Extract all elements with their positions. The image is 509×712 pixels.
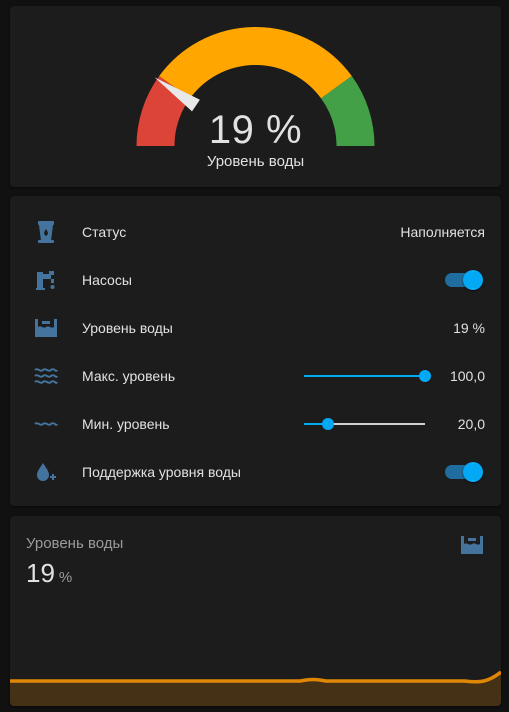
pumps-toggle[interactable] bbox=[445, 270, 483, 290]
history-graph bbox=[10, 670, 501, 706]
entity-row-pumps[interactable]: Насосы bbox=[10, 256, 501, 304]
min-level-slider[interactable] bbox=[304, 414, 425, 434]
gauge-value: 19 % bbox=[208, 108, 303, 152]
history-graph-area bbox=[10, 672, 501, 706]
sensor-card[interactable]: Уровень воды 19% bbox=[10, 516, 501, 706]
gauge-segment-yellow bbox=[159, 27, 352, 99]
keep-level-toggle[interactable] bbox=[445, 462, 483, 482]
waves-icon bbox=[34, 364, 58, 388]
entities-card: Статус Наполняется Насосы Уровень воды 1… bbox=[10, 196, 501, 506]
slider-knob[interactable] bbox=[419, 370, 431, 382]
entity-row-keep-level[interactable]: Поддержка уровня воды bbox=[10, 448, 501, 496]
water-level-icon bbox=[34, 316, 58, 340]
water-plus-icon bbox=[34, 460, 58, 484]
status-value: Наполняется bbox=[400, 224, 485, 240]
min-level-value: 20,0 bbox=[457, 416, 485, 432]
water-pump-icon bbox=[34, 268, 58, 292]
entity-row-water-level[interactable]: Уровень воды 19 % bbox=[10, 304, 501, 352]
water-tank-icon bbox=[34, 220, 58, 244]
entity-label: Макс. уровень bbox=[82, 368, 176, 384]
toggle-thumb bbox=[463, 462, 483, 482]
entity-label: Статус bbox=[82, 224, 127, 240]
gauge-card[interactable]: 19 % Уровень воды bbox=[10, 6, 501, 187]
entity-label: Поддержка уровня воды bbox=[82, 464, 241, 480]
entity-label: Насосы bbox=[82, 272, 132, 288]
entity-row-status[interactable]: Статус Наполняется bbox=[10, 208, 501, 256]
water-level-icon bbox=[461, 536, 485, 560]
history-graph-line bbox=[10, 670, 501, 684]
sensor-unit: % bbox=[58, 569, 73, 586]
wave-icon bbox=[34, 412, 58, 436]
max-level-slider[interactable] bbox=[304, 366, 431, 386]
sensor-value-line: 19% bbox=[26, 558, 72, 589]
entity-label: Уровень воды bbox=[82, 320, 173, 336]
sensor-name: Уровень воды bbox=[26, 535, 124, 552]
slider-fill bbox=[304, 375, 425, 377]
entity-row-max-level[interactable]: Макс. уровень 100,0 bbox=[10, 352, 501, 400]
water-level-value: 19 % bbox=[453, 320, 485, 336]
max-level-value: 100,0 bbox=[449, 368, 485, 384]
slider-knob[interactable] bbox=[322, 418, 335, 430]
entity-label: Мин. уровень bbox=[82, 416, 170, 432]
sensor-value: 19 bbox=[26, 558, 55, 588]
entity-row-min-level[interactable]: Мин. уровень 20,0 bbox=[10, 400, 501, 448]
toggle-thumb bbox=[463, 270, 483, 290]
gauge-label: Уровень воды bbox=[206, 153, 305, 170]
